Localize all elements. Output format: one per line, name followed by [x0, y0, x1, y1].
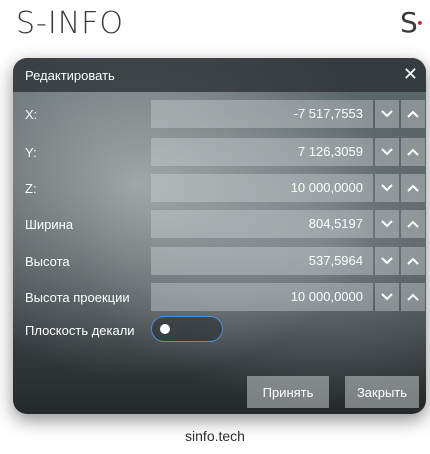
field-row-width: Ширина 804,5197: [13, 209, 426, 239]
width-decrement-button[interactable]: [375, 210, 399, 238]
chevron-down-icon: [381, 220, 393, 228]
chevron-up-icon: [407, 293, 419, 301]
width-increment-button[interactable]: [401, 210, 425, 238]
height-decrement-button[interactable]: [375, 247, 399, 275]
z-input[interactable]: 10 000,0000: [151, 174, 373, 202]
field-label-x: X:: [25, 107, 38, 122]
chevron-up-icon: [407, 220, 419, 228]
chevron-down-icon: [381, 293, 393, 301]
y-decrement-button[interactable]: [375, 138, 399, 166]
field-row-decal-plane: Плоскость декали: [13, 315, 426, 345]
projection-height-increment-button[interactable]: [401, 283, 425, 311]
toggle-knob: [160, 324, 170, 334]
z-increment-button[interactable]: [401, 174, 425, 202]
field-row-x: X: -7 517,7553: [13, 99, 426, 129]
dialog-title: Редактировать: [25, 68, 115, 83]
field-row-y: Y: 7 126,3059: [13, 137, 426, 167]
decal-plane-label: Плоскость декали: [25, 323, 135, 338]
field-label-z: Z:: [25, 181, 37, 196]
chevron-up-icon: [407, 184, 419, 192]
brand-title: S-INFO: [16, 6, 125, 41]
chevron-up-icon: [407, 110, 419, 118]
close-icon[interactable]: ✕: [403, 64, 418, 85]
chevron-down-icon: [381, 148, 393, 156]
width-input[interactable]: 804,5197: [151, 210, 373, 238]
chevron-down-icon: [381, 184, 393, 192]
field-label-width: Ширина: [25, 217, 74, 232]
edit-dialog: Редактировать ✕ X: -7 517,7553 Y: 7 126,…: [13, 58, 426, 414]
chevron-down-icon: [381, 110, 393, 118]
projection-height-input[interactable]: 10 000,0000: [151, 283, 373, 311]
height-increment-button[interactable]: [401, 247, 425, 275]
chevron-up-icon: [407, 257, 419, 265]
x-decrement-button[interactable]: [375, 100, 399, 128]
z-decrement-button[interactable]: [375, 174, 399, 202]
accept-button[interactable]: Принять: [247, 376, 329, 408]
close-button[interactable]: Закрыть: [345, 376, 419, 408]
chevron-down-icon: [381, 257, 393, 265]
footer-domain[interactable]: sinfo.tech: [0, 428, 430, 444]
field-label-height: Высота: [25, 254, 70, 269]
field-label-y: Y:: [25, 145, 37, 160]
chevron-up-icon: [407, 148, 419, 156]
y-increment-button[interactable]: [401, 138, 425, 166]
brand-logo: S•: [400, 6, 424, 39]
field-row-z: Z: 10 000,0000: [13, 173, 426, 203]
logo-dot: •: [415, 16, 424, 32]
x-input[interactable]: -7 517,7553: [151, 100, 373, 128]
y-input[interactable]: 7 126,3059: [151, 138, 373, 166]
height-input[interactable]: 537,5964: [151, 247, 373, 275]
x-increment-button[interactable]: [401, 100, 425, 128]
field-row-projection-height: Высота проекции 10 000,0000: [13, 282, 426, 312]
projection-height-decrement-button[interactable]: [375, 283, 399, 311]
field-label-projection-height: Высота проекции: [25, 290, 130, 305]
decal-plane-toggle[interactable]: [151, 316, 223, 342]
field-row-height: Высота 537,5964: [13, 246, 426, 276]
